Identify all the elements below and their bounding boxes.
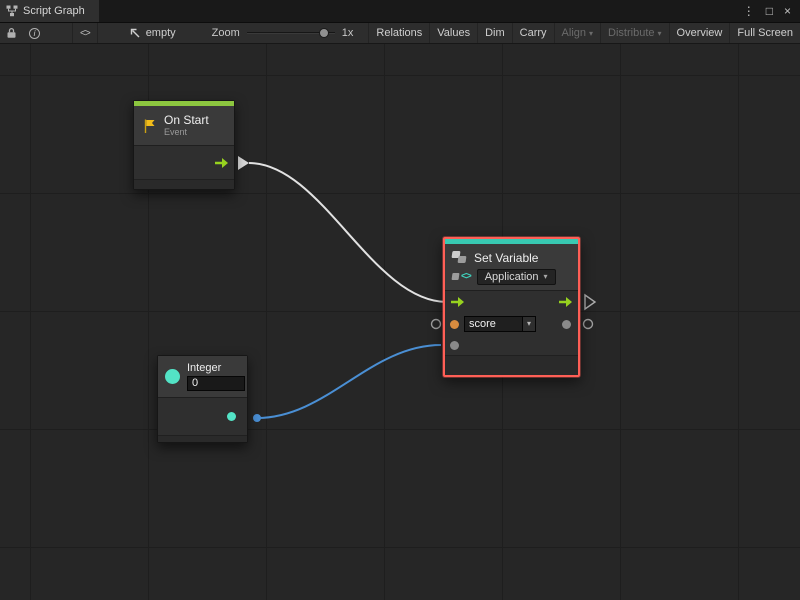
value-open-connector-left[interactable] [432, 320, 441, 329]
exec-input-port[interactable] [450, 296, 465, 308]
zoom-slider-knob[interactable] [319, 28, 329, 38]
caret-down-icon: ▾ [589, 29, 593, 38]
node-on-start[interactable]: On Start Event [133, 100, 235, 190]
port-output-value[interactable] [562, 320, 571, 329]
lock-icon[interactable] [0, 23, 23, 43]
align-button: Align▾ [554, 23, 600, 43]
zoom-label: Zoom [212, 27, 240, 39]
integer-fields: Integer 0 [187, 362, 245, 391]
caret-down-icon[interactable]: ▾ [522, 317, 535, 331]
node-title: Set Variable [474, 251, 538, 265]
info-icon[interactable]: i [23, 23, 46, 43]
scope-value: Application [485, 271, 539, 283]
node-title: Integer [187, 362, 245, 374]
wire-onstart-to-setvariable[interactable] [249, 163, 447, 302]
code-icon[interactable]: <> [72, 23, 98, 43]
on-start-header: On Start Event [134, 106, 234, 146]
exec-output-port[interactable] [214, 157, 229, 169]
node-title: On Start [164, 113, 209, 127]
caret-down-icon: ▾ [544, 272, 548, 281]
variable-name-row: score ▾ [445, 313, 578, 335]
variable-name-value: score [465, 317, 522, 331]
distribute-button: Distribute▾ [600, 23, 668, 43]
empty-label: empty [146, 27, 176, 39]
integer-icon [165, 369, 180, 384]
graph-canvas[interactable]: On Start Event Set Variable [0, 44, 800, 600]
window-controls: ⋮ □ × [743, 0, 800, 22]
port-input-value[interactable] [450, 341, 459, 350]
overview-button[interactable]: Overview [669, 23, 730, 43]
exec-open-connector-setvariable[interactable] [585, 295, 595, 309]
connection-status[interactable]: empty [122, 23, 183, 43]
value-open-connector-right[interactable] [584, 320, 593, 329]
carry-button[interactable]: Carry [512, 23, 554, 43]
set-variable-header: Set Variable <> Application ▾ [445, 244, 578, 291]
value-input-row [445, 335, 578, 355]
tab-script-graph[interactable]: Script Graph [0, 0, 99, 22]
integer-value-field[interactable]: 0 [187, 376, 245, 391]
zoom-slider[interactable] [247, 27, 335, 39]
connections-layer [0, 44, 800, 600]
exec-connector-onstart[interactable] [238, 156, 249, 170]
wire-integer-to-setvariable[interactable] [257, 345, 441, 418]
caret-down-icon: ▾ [658, 29, 662, 38]
graph-code-icon: <> [452, 271, 471, 282]
variable-scope-dropdown[interactable]: Application ▾ [477, 269, 556, 285]
value-connector-integer[interactable] [253, 414, 261, 422]
on-start-footer [134, 180, 234, 189]
toolbar-buttons: Relations Values Dim Carry Align▾ Distri… [368, 23, 800, 43]
integer-footer [158, 436, 247, 442]
maximize-icon[interactable]: □ [766, 5, 773, 17]
zoom-value: 1x [342, 27, 354, 39]
graph-toolbar: i <> empty Zoom 1x Relations Values Dim … [0, 22, 800, 44]
node-subtitle: Event [164, 127, 209, 138]
pointer-icon [129, 27, 141, 39]
on-start-ports [134, 146, 234, 180]
port-variable-name[interactable] [450, 320, 459, 329]
integer-ports [158, 398, 247, 436]
lock-glyph [6, 27, 17, 39]
values-button[interactable]: Values [429, 23, 477, 43]
set-variable-title-row: Set Variable [452, 248, 571, 267]
tab-title: Script Graph [23, 5, 85, 17]
set-variable-scope-row: <> Application ▾ [452, 267, 571, 286]
relations-button[interactable]: Relations [368, 23, 429, 43]
flag-icon [142, 118, 158, 134]
exec-output-port[interactable] [558, 296, 573, 308]
titlebar: Script Graph ⋮ □ × [0, 0, 800, 22]
on-start-titles: On Start Event [164, 113, 209, 138]
menu-icon[interactable]: ⋮ [743, 5, 755, 17]
port-integer-output[interactable] [227, 412, 236, 421]
script-graph-window: Script Graph ⋮ □ × i <> empty Zoom [0, 0, 800, 600]
integer-header: Integer 0 [158, 356, 247, 398]
set-variable-footer [445, 355, 578, 375]
node-integer[interactable]: Integer 0 [157, 355, 248, 443]
dim-button[interactable]: Dim [477, 23, 512, 43]
variable-name-field[interactable]: score ▾ [464, 316, 536, 332]
fullscreen-button[interactable]: Full Screen [729, 23, 800, 43]
close-icon[interactable]: × [784, 5, 791, 17]
variables-icon [452, 251, 468, 264]
zoom-control: Zoom 1x [205, 23, 361, 43]
exec-port-row [445, 291, 578, 313]
node-set-variable[interactable]: Set Variable <> Application ▾ [443, 237, 580, 377]
script-graph-icon [6, 5, 18, 17]
